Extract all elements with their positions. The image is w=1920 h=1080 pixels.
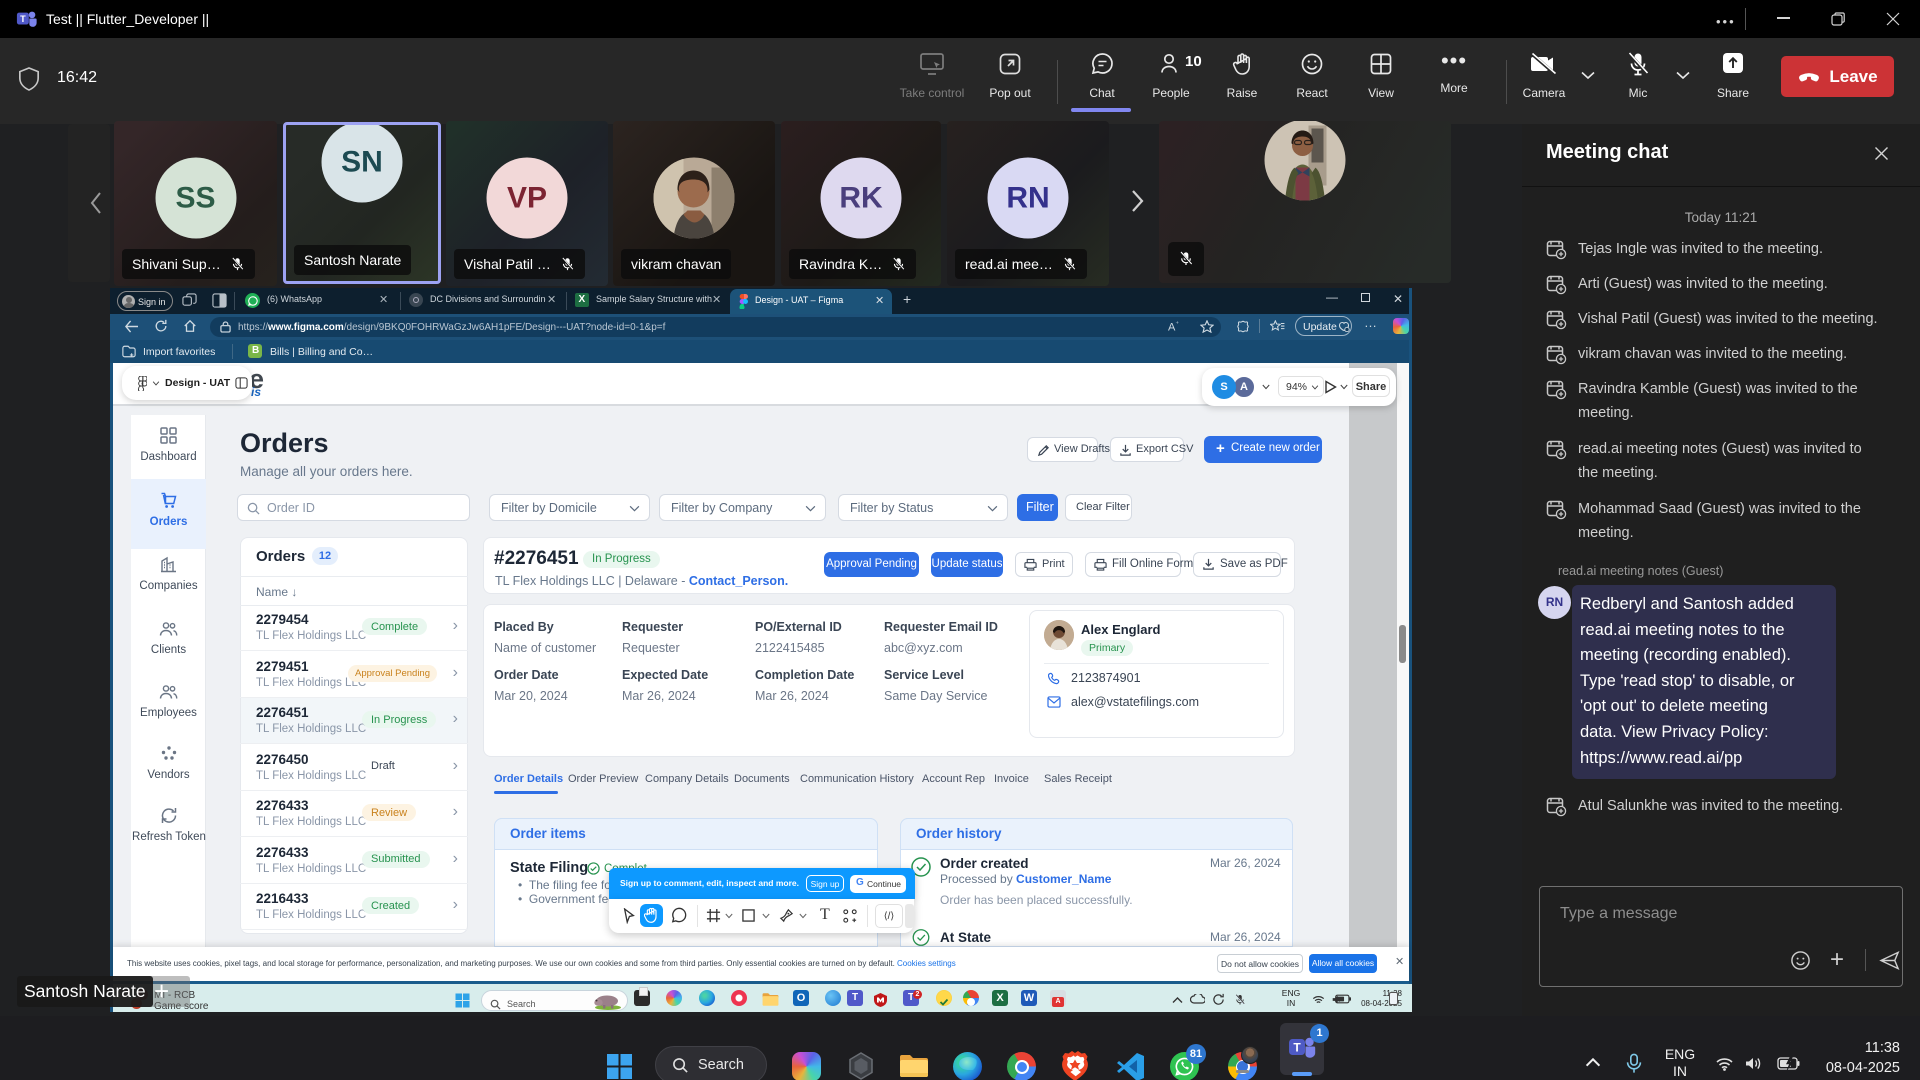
svg-text:T: T — [20, 14, 26, 24]
svg-text:T: T — [1293, 1041, 1301, 1055]
